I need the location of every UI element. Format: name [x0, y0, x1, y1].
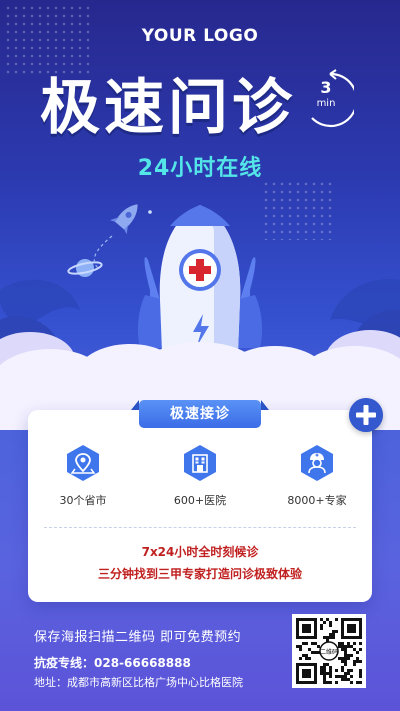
- small-rocket-icon: [109, 204, 138, 235]
- tag-fold-right: [261, 400, 269, 410]
- planet-icon: [67, 259, 103, 277]
- feature-provinces: 30个省市: [38, 444, 128, 508]
- feature-provinces-label: 30个省市: [59, 494, 107, 507]
- tag-fold-left: [131, 400, 139, 410]
- rocket-icon: [137, 205, 263, 366]
- add-button[interactable]: [349, 398, 383, 432]
- poster: YOUR LOGO 极速问诊 3 min 24小时在线 极速接诊 30个省市 6…: [0, 0, 400, 711]
- feature-experts: 8000+专家: [272, 444, 362, 508]
- address-text: 地址：成都市高新区比格广场中心比格医院: [34, 676, 243, 689]
- card-tag: 极速接诊: [139, 400, 261, 428]
- qr-center-label: 二维码: [320, 648, 338, 656]
- feature-hospitals-label: 600+医院: [173, 494, 227, 507]
- feature-hospitals: 600+医院: [155, 444, 245, 508]
- doctor-icon: [301, 445, 333, 481]
- hospital-building-icon: [184, 445, 216, 481]
- divider: [44, 527, 356, 528]
- scan-instruction: 保存海报扫描二维码 即可免费预约: [34, 630, 242, 645]
- note-line-2: 三分钟找到三甲专家打造问诊极致体验: [97, 567, 302, 581]
- qr-code[interactable]: 二维码: [292, 614, 366, 688]
- hotline-text: 抗疫专线：028-66668888: [34, 656, 191, 670]
- qr-code-icon: 二维码: [296, 618, 362, 684]
- feature-experts-label: 8000+专家: [287, 494, 347, 507]
- note-line-1: 7x24小时全时刻候诊: [141, 545, 259, 559]
- map-pin-icon: [67, 445, 99, 481]
- scene-illustration: [0, 204, 400, 430]
